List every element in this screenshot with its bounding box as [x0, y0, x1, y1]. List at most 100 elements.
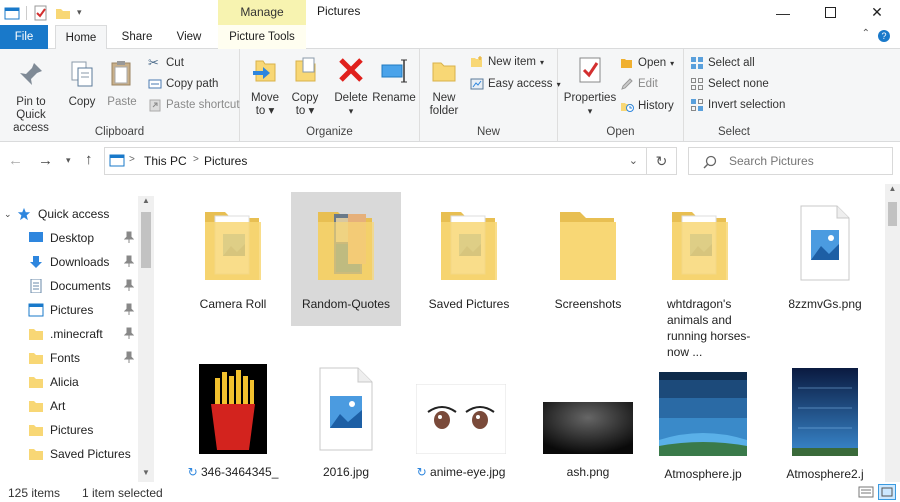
file-item-saved-pictures[interactable]: Saved Pictures: [414, 194, 524, 311]
file-item-atmosphere[interactable]: Atmosphere.jp: [648, 364, 758, 482]
nav-pane-scrollbar[interactable]: ▲ ▼: [138, 196, 154, 482]
new-folder-big-icon: [432, 62, 456, 82]
file-item-whtdragon[interactable]: whtdragon's animals and running horses- …: [645, 194, 755, 359]
address-history-chevron-icon[interactable]: ⌄: [629, 154, 638, 167]
select-all-button[interactable]: Select all: [690, 56, 755, 70]
file-item-screenshots[interactable]: Screenshots: [533, 194, 643, 311]
nav-item-pictures-folder[interactable]: Pictures: [0, 418, 138, 442]
delete-button[interactable]: Delete ▾: [331, 55, 371, 118]
nav-item-pictures[interactable]: Pictures: [0, 298, 138, 322]
file-view-scrollbar[interactable]: ▲: [885, 184, 900, 482]
large-icons-view-icon[interactable]: [878, 484, 896, 500]
search-icon: [703, 155, 717, 169]
properties-check-icon[interactable]: [33, 5, 49, 21]
tab-view[interactable]: View: [166, 25, 212, 49]
customize-qat-icon[interactable]: ▾: [77, 7, 82, 18]
close-button[interactable]: ✕: [854, 0, 900, 25]
crumb-pictures[interactable]: Pictures: [204, 154, 247, 168]
folder-icon: [29, 425, 43, 436]
properties-dropdown-icon[interactable]: ▾: [562, 105, 618, 118]
copy-to-button[interactable]: Copy to ▾: [286, 55, 324, 118]
nav-item-documents[interactable]: Documents: [0, 274, 138, 298]
maximize-icon: [824, 7, 836, 18]
file-item-atmosphere2[interactable]: Atmosphere2.j: [770, 364, 880, 482]
file-name: Screenshots: [554, 297, 622, 311]
nav-item-desktop[interactable]: Desktop: [0, 226, 138, 250]
nav-item-minecraft[interactable]: .minecraft: [0, 322, 138, 346]
file-item-8zzmvgs[interactable]: 8zzmvGs.png: [770, 194, 880, 311]
invert-selection-button[interactable]: Invert selection: [690, 98, 785, 112]
nav-item-downloads[interactable]: Downloads: [0, 250, 138, 274]
pin-icon[interactable]: [124, 231, 134, 243]
file-name: ash.png: [566, 465, 610, 479]
scroll-down-icon[interactable]: ▼: [138, 468, 154, 482]
file-item-camera-roll[interactable]: Camera Roll: [178, 194, 288, 311]
pin-icon[interactable]: [124, 351, 134, 363]
delete-dropdown-icon[interactable]: ▾: [331, 105, 371, 118]
new-folder-button[interactable]: New folder: [424, 55, 464, 118]
edit-button[interactable]: Edit: [620, 77, 658, 91]
paste-button[interactable]: Paste: [104, 59, 140, 109]
file-item-2016[interactable]: 2016.jpg: [291, 364, 401, 482]
properties-button[interactable]: Properties ▾: [562, 55, 618, 118]
file-item-fries[interactable]: ↻ 346-3464345_: [178, 364, 288, 482]
pin-icon[interactable]: [124, 303, 134, 315]
pin-to-quick-access-button[interactable]: Pin to Quick access: [2, 59, 60, 135]
delete-x-icon: [339, 58, 363, 82]
nav-item-fonts[interactable]: Fonts: [0, 346, 138, 370]
pin-icon[interactable]: [124, 279, 134, 291]
nav-quick-access[interactable]: ⌄ Quick access: [0, 202, 138, 226]
nav-item-saved-pictures[interactable]: Saved Pictures: [0, 442, 138, 466]
minimize-button[interactable]: —: [760, 0, 806, 25]
search-box[interactable]: [688, 147, 893, 175]
forward-arrow-icon[interactable]: →: [38, 152, 53, 169]
pin-icon[interactable]: [124, 255, 134, 267]
recent-locations-icon[interactable]: ▾: [66, 155, 71, 166]
refresh-button[interactable]: ↻: [647, 147, 677, 175]
file-item-random-quotes[interactable]: Random-Quotes: [291, 192, 401, 326]
rename-button[interactable]: Rename: [372, 55, 416, 105]
new-item-icon: [471, 56, 482, 67]
open-button[interactable]: Open ▾: [620, 56, 674, 70]
file-scroll-thumb[interactable]: [888, 202, 897, 226]
pin-label-line1: Pin to Quick: [16, 96, 46, 121]
file-name: Saved Pictures: [428, 297, 510, 311]
copy-button[interactable]: Copy: [62, 59, 102, 109]
back-arrow-icon[interactable]: ←: [8, 152, 23, 169]
up-arrow-icon[interactable]: ↑: [85, 151, 93, 168]
ribbon: Pin to Quick access Copy Paste ✂ Cut Copy…: [0, 49, 900, 142]
move-to-button[interactable]: Move to ▾: [246, 55, 284, 118]
file-item-anime-eye[interactable]: ↻ anime-eye.jpg: [406, 364, 516, 482]
nav-scroll-thumb[interactable]: [141, 212, 151, 268]
rename-icon: [381, 59, 407, 83]
nav-item-art[interactable]: Art: [0, 394, 138, 418]
easy-access-button[interactable]: Easy access ▾: [470, 77, 561, 91]
tab-file[interactable]: File: [0, 25, 48, 49]
help-icon[interactable]: ?: [878, 30, 890, 42]
details-view-icon[interactable]: [858, 485, 874, 499]
crumb-this-pc[interactable]: This PC: [144, 154, 187, 168]
select-none-button[interactable]: Select none: [690, 77, 769, 91]
tab-home[interactable]: Home: [55, 25, 107, 50]
scroll-up-icon[interactable]: ▲: [138, 196, 154, 210]
maximize-button[interactable]: [807, 0, 853, 25]
nav-item-alicia[interactable]: Alicia: [0, 370, 138, 394]
manage-context-tab[interactable]: Manage: [218, 0, 306, 25]
new-folder-icon[interactable]: [55, 5, 71, 21]
tab-share[interactable]: Share: [112, 25, 162, 49]
address-bar[interactable]: > This PC > Pictures ⌄: [104, 147, 647, 175]
copy-icon: [71, 61, 93, 87]
select-group: Select all Select none Invert selection …: [684, 49, 785, 141]
paste-shortcut-button[interactable]: Paste shortcut: [148, 98, 240, 112]
pin-icon[interactable]: [124, 327, 134, 339]
copy-path-button[interactable]: Copy path: [148, 77, 218, 91]
expand-chevron-icon[interactable]: ⌄: [0, 209, 16, 220]
scroll-up-icon[interactable]: ▲: [885, 184, 900, 198]
history-button[interactable]: History: [620, 99, 674, 113]
tab-picture-tools[interactable]: Picture Tools: [218, 25, 306, 49]
search-input[interactable]: [729, 154, 889, 168]
collapse-ribbon-icon[interactable]: ⌃: [862, 28, 870, 39]
new-item-button[interactable]: New item ▾: [470, 55, 544, 69]
file-item-ash[interactable]: ash.png: [533, 364, 643, 482]
cut-button[interactable]: ✂ Cut: [148, 56, 184, 70]
